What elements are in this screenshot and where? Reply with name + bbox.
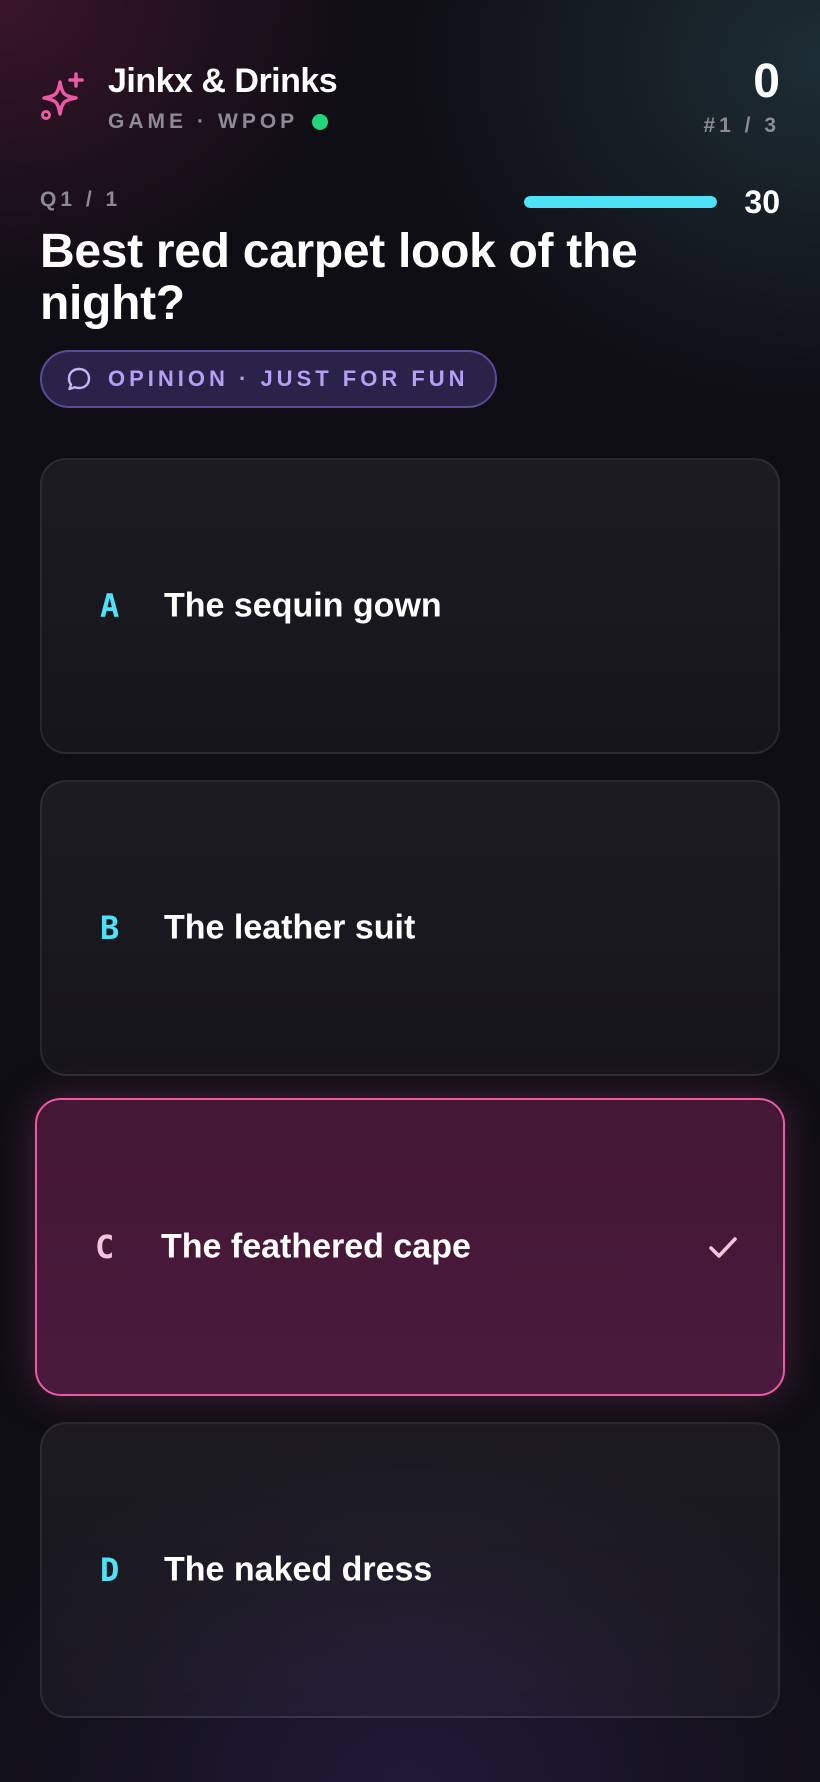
option-letter: B: [100, 909, 120, 947]
timer-bar-fill: [524, 196, 717, 208]
question-counter: Q1 / 1: [40, 188, 122, 211]
rank-indicator: #1 / 3: [703, 114, 780, 137]
answer-option-a[interactable]: A The sequin gown: [40, 458, 780, 754]
option-label: The feathered cape: [161, 1227, 471, 1266]
app-title: Jinkx & Drinks: [108, 62, 338, 100]
header: Jinkx & Drinks GAME · WPOP 0 #1 / 3: [40, 55, 780, 140]
game-subtitle: GAME · WPOP: [108, 110, 329, 134]
timer-value: 30: [744, 184, 780, 220]
chat-bubble-icon: [67, 367, 91, 391]
option-label: The sequin gown: [164, 586, 442, 625]
option-letter: A: [100, 587, 120, 625]
quiz-screen: Jinkx & Drinks GAME · WPOP 0 #1 / 3 Q1 /…: [0, 0, 820, 1782]
subtitle-separator: ·: [197, 110, 208, 133]
sparkle-icon: [41, 72, 84, 120]
question-tag: OPINION · JUST FOR FUN: [40, 350, 497, 408]
answer-option-c[interactable]: C The feathered cape: [35, 1098, 785, 1396]
option-label: The naked dress: [164, 1550, 433, 1589]
option-letter: D: [100, 1551, 120, 1589]
score-value: 0: [753, 55, 780, 108]
game-mode-label: GAME: [108, 110, 187, 133]
option-label: The leather suit: [164, 908, 416, 947]
answer-option-b[interactable]: B The leather suit: [40, 780, 780, 1076]
option-letter: C: [95, 1228, 115, 1266]
checkmark-icon: [709, 1237, 737, 1258]
question-text: Best red carpet look of the night?: [40, 225, 638, 330]
game-code: WPOP: [218, 110, 299, 133]
live-status-dot: [312, 114, 329, 130]
answer-option-d[interactable]: D The naked dress: [40, 1422, 780, 1718]
question-meta: Q1 / 1 30: [40, 184, 780, 220]
timer-bar: [524, 196, 717, 208]
question-tag-label: OPINION · JUST FOR FUN: [108, 366, 469, 391]
